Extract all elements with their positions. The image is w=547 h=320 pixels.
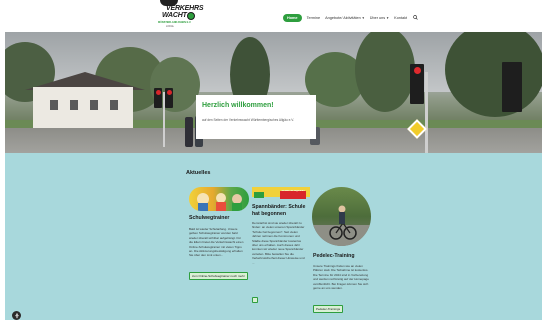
hero-tree <box>355 32 415 112</box>
card-image-schulwegtrainer[interactable] <box>189 187 249 211</box>
search-icon[interactable] <box>412 15 418 21</box>
nav-item-termine[interactable]: Termine <box>307 16 321 20</box>
hero-image: Herzlich willkommen! auf den Seiten der … <box>5 32 542 153</box>
pedelec-button[interactable]: Pedelec-Trainings <box>313 305 344 313</box>
nav-item-label: Kontakt <box>394 15 408 20</box>
nav-item-label: Angebote/ Aktivitäten <box>325 15 361 20</box>
traffic-light-red-lamp <box>166 90 172 95</box>
logo-subtitle: MÜNSTERLAND-RHEIN E.V. <box>158 21 192 24</box>
hero-house <box>33 87 133 132</box>
hero-house-window <box>70 100 78 110</box>
schulwegtrainer-button[interactable]: zum Online-Schulwegtrainer noch mehr <box>189 272 248 280</box>
nav-item-angebote[interactable]: Angebote/ Aktivitäten ▼ <box>325 16 365 20</box>
card-image-pedelec[interactable] <box>312 187 371 246</box>
card-title-schulwegtrainer[interactable]: Schulwegtrainer <box>189 215 249 222</box>
site-header: VERKEHRS WACHT MÜNSTERLAND-RHEIN E.V. LO… <box>0 0 547 32</box>
card-text-spannbaender: Demnächst sind sie wieder überall zu fin… <box>252 221 305 265</box>
nav-item-kontakt[interactable]: Kontakt <box>394 16 407 20</box>
accessibility-icon[interactable] <box>12 311 21 320</box>
card-text-schulwegtrainer: Bald ist wieder Schulanfang. Unsere gelb… <box>189 227 244 258</box>
traffic-light-red-lamp <box>155 90 161 95</box>
hero-tree <box>445 32 542 117</box>
logo-text-line2: WACHT <box>162 12 187 19</box>
hero-person <box>185 117 193 147</box>
welcome-title: Herzlich willkommen! <box>202 102 274 109</box>
nav-item-label: Über uns <box>369 15 386 20</box>
card-title-spannbaender[interactable]: Spannbänder: Schule hat begonnen <box>252 204 310 217</box>
logo-badge-icon <box>187 12 195 20</box>
hero-house-window <box>110 100 118 110</box>
logo-text-line1: VERKEHRS <box>166 5 204 12</box>
welcome-text: auf den Seiten der Verkehrswacht Württem… <box>202 118 295 122</box>
hero-house-window <box>50 100 58 110</box>
card-title-pedelec[interactable]: Pedelec-Training <box>313 253 373 260</box>
traffic-light-red-lamp <box>414 67 421 74</box>
caret-down-icon: ▼ <box>386 15 390 20</box>
section-title: Aktuelles <box>186 170 211 176</box>
card-text-pedelec: Unsere Trainings finden wie an vielen Pl… <box>313 264 369 291</box>
hero-house-window <box>90 100 98 110</box>
nav-item-home[interactable]: Home <box>283 13 302 22</box>
traffic-light-pole <box>425 72 428 153</box>
nav-item-label: Home <box>287 15 298 20</box>
main-navigation: Home Termine Angebote/ Aktivitäten ▼ Über… <box>283 13 418 22</box>
traffic-light <box>502 62 522 112</box>
caret-down-icon: ▼ <box>361 15 365 20</box>
verkehrswacht-logo[interactable]: VERKEHRS WACHT MÜNSTERLAND-RHEIN E.V. LO… <box>158 0 203 30</box>
spannbaender-more-button[interactable] <box>252 297 258 303</box>
nav-item-label: Termine <box>306 15 321 20</box>
logo-subtitle-2: LOKAL <box>166 25 175 28</box>
welcome-box: Herzlich willkommen! auf den Seiten der … <box>196 95 316 139</box>
banner-text: Schule hat begonnen <box>281 189 305 192</box>
card-image-spannbaender[interactable]: Schule hat begonnen <box>252 187 310 199</box>
nav-item-ueber-uns[interactable]: Über uns ▼ <box>370 16 389 20</box>
